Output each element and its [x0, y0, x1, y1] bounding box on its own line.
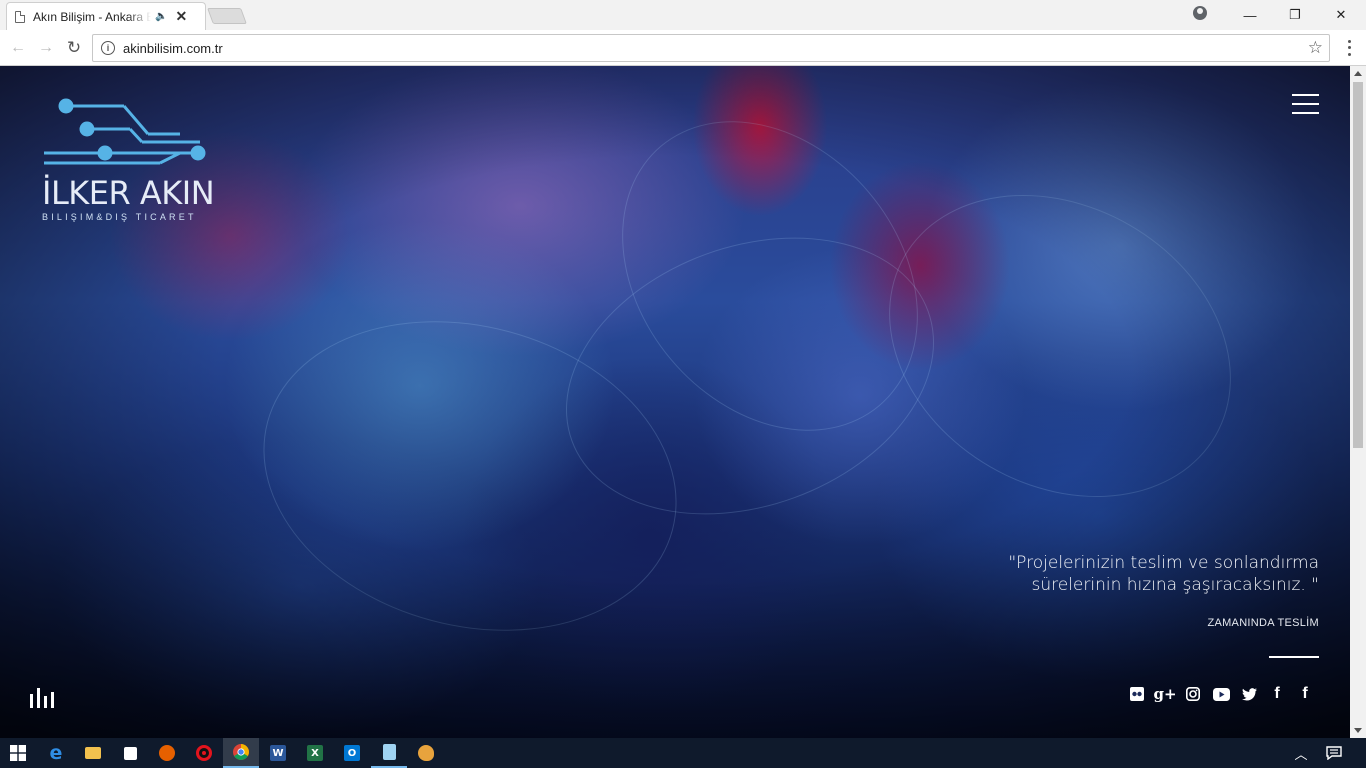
site-logo[interactable]: İLKER AKIN BILIŞIM&DIŞ TICARET [40, 96, 215, 226]
start-button[interactable] [0, 738, 36, 768]
logo-name: İLKER AKIN [42, 174, 215, 212]
url-text[interactable]: akinbilisim.com.tr [123, 41, 223, 56]
facebook-icon[interactable]: f [1263, 684, 1291, 704]
new-tab-button[interactable] [207, 8, 247, 24]
show-hidden-icons-chevron-icon[interactable]: ︿ [1283, 738, 1319, 768]
reload-button[interactable]: ↻ [64, 38, 84, 58]
action-center-icon[interactable] [1316, 738, 1352, 768]
hero-caption: ZAMANINDA TESLİM [1207, 617, 1319, 629]
hamburger-menu-icon[interactable] [1292, 94, 1319, 114]
youtube-icon[interactable] [1207, 684, 1235, 704]
flickr-icon[interactable] [1123, 684, 1151, 704]
logo-subtitle: BILIŞIM&DIŞ TICARET [42, 212, 197, 222]
windows-logo-icon [10, 745, 26, 761]
minimize-button[interactable]: — [1227, 0, 1273, 30]
edge-icon[interactable]: e [38, 738, 74, 768]
facebook-icon[interactable]: f [1291, 684, 1319, 704]
outlook-icon[interactable]: O [334, 738, 370, 768]
hero-quote: "Projelerinizin teslim ve sonlandırma sü… [899, 552, 1319, 596]
browser-menu-icon[interactable] [1342, 38, 1356, 58]
hero-quote-line2: sürelerinin hızına şaşıracaksınız. " [1031, 575, 1319, 595]
social-links: g+ f f [1123, 684, 1319, 706]
word-icon[interactable]: W [260, 738, 296, 768]
browser-toolbar: ← → ↻ i akinbilisim.com.tr ☆ [0, 30, 1366, 66]
address-bar[interactable]: i akinbilisim.com.tr ☆ [92, 34, 1330, 62]
audio-equalizer-icon[interactable] [30, 688, 56, 708]
scroll-down-arrow[interactable] [1354, 728, 1362, 733]
browser-tab[interactable]: Akın Bilişim - Ankara Bilişim 🔈 ✕ [6, 2, 206, 30]
windows-taskbar: e W X O ︿ [0, 738, 1366, 768]
firefox-icon[interactable] [149, 738, 185, 768]
file-explorer-icon[interactable] [75, 738, 111, 768]
back-button[interactable]: ← [8, 38, 28, 58]
page-scrollbar[interactable] [1350, 66, 1366, 738]
tab-close-icon[interactable]: ✕ [175, 8, 187, 25]
site-info-icon[interactable]: i [101, 41, 115, 55]
paint-icon[interactable] [408, 738, 444, 768]
restore-button[interactable]: ❐ [1272, 0, 1318, 30]
excel-icon[interactable]: X [297, 738, 333, 768]
instagram-icon[interactable] [1179, 684, 1207, 704]
hero-section: İLKER AKIN BILIŞIM&DIŞ TICARET "Projeler… [0, 66, 1350, 738]
bookmark-star-icon[interactable]: ☆ [1308, 38, 1323, 58]
circuit-logo-icon [44, 98, 206, 165]
store-icon[interactable] [112, 738, 148, 768]
page-icon [15, 10, 25, 23]
google-plus-icon[interactable]: g+ [1151, 684, 1179, 704]
audio-icon[interactable]: 🔈 [155, 11, 167, 22]
close-window-button[interactable]: ✕ [1318, 0, 1364, 30]
profile-icon[interactable] [1193, 6, 1207, 20]
caption-divider [1269, 656, 1319, 658]
tab-title: Akın Bilişim - Ankara Bilişim [33, 9, 151, 24]
notepad-icon[interactable] [371, 738, 407, 768]
opera-icon[interactable] [186, 738, 222, 768]
twitter-icon[interactable] [1235, 684, 1263, 704]
browser-titlebar: Akın Bilişim - Ankara Bilişim 🔈 ✕ — ❐ ✕ [0, 0, 1366, 30]
hero-quote-line1: "Projelerinizin teslim ve sonlandırma [1008, 553, 1319, 573]
chrome-icon[interactable] [223, 738, 259, 768]
scroll-up-arrow[interactable] [1354, 71, 1362, 76]
scroll-thumb[interactable] [1353, 82, 1363, 448]
forward-button[interactable]: → [36, 38, 56, 58]
